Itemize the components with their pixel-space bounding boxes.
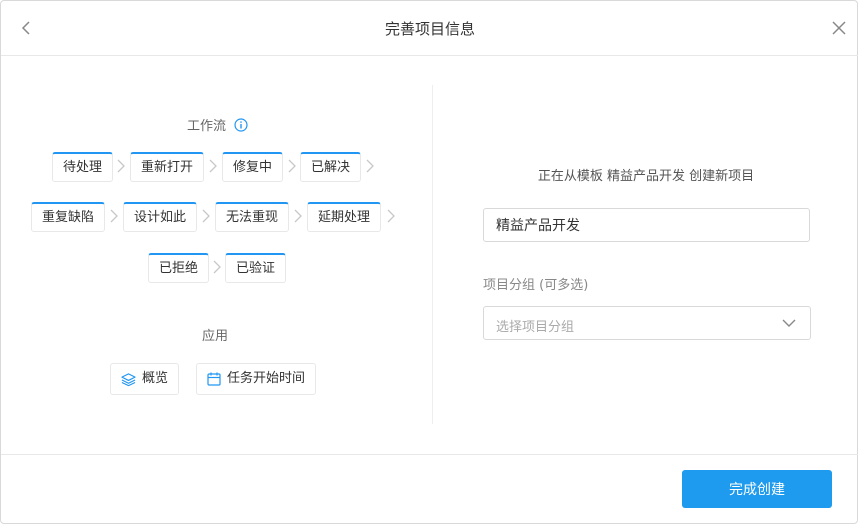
- chevron-right-icon: [294, 209, 302, 223]
- chevron-down-icon: [782, 319, 796, 327]
- app-overview-button[interactable]: 概览: [110, 363, 180, 395]
- close-icon: [832, 21, 846, 35]
- workflow-state-tag[interactable]: 重新打开: [130, 152, 205, 182]
- chevron-right-icon: [387, 209, 395, 223]
- apps-title: 应用: [202, 329, 229, 344]
- workflow-state-tag[interactable]: 延期处理: [307, 202, 382, 232]
- chevron-right-icon: [288, 159, 296, 173]
- workflow-title-text: 工作流: [187, 119, 227, 134]
- workflow-state-tag[interactable]: 已验证: [225, 253, 287, 283]
- chevron-right-icon: [202, 209, 210, 223]
- workflow-state-tag[interactable]: 已解决: [300, 152, 362, 182]
- app-label: 任务开始时间: [227, 371, 306, 386]
- chevron-right-icon: [213, 260, 221, 274]
- app-task-start-time-button[interactable]: 任务开始时间: [196, 363, 317, 395]
- chevron-right-icon: [117, 159, 125, 173]
- workflow-state-tag[interactable]: 修复中: [222, 152, 284, 182]
- chevron-right-icon: [366, 159, 374, 173]
- dialog-title: 完善项目信息: [384, 20, 475, 38]
- dialog: 完善项目信息 工作流 待处理 重新打开 修复中 已解决 重复缺陷 设计如此 无法…: [0, 0, 858, 524]
- layers-icon: [121, 372, 136, 386]
- workflow-state-tag[interactable]: 待处理: [52, 152, 114, 182]
- chevron-right-icon: [209, 159, 217, 173]
- workflow-state-tag[interactable]: 重复缺陷: [31, 202, 106, 232]
- workflow-state-tag[interactable]: 已拒绝: [148, 253, 210, 283]
- workflow-state-tag[interactable]: 无法重现: [215, 202, 290, 232]
- project-group-select[interactable]: 选择项目分组: [483, 306, 811, 340]
- app-label: 概览: [142, 371, 169, 386]
- chevron-right-icon: [110, 209, 118, 223]
- project-name-input[interactable]: [483, 208, 810, 242]
- footer-divider: [1, 454, 858, 455]
- workflow-title: 工作流: [187, 115, 248, 134]
- info-icon[interactable]: [234, 118, 248, 132]
- template-info-text: 正在从模板 精益产品开发 创建新项目: [537, 169, 755, 184]
- complete-create-button[interactable]: 完成创建: [682, 470, 832, 508]
- project-group-placeholder: 选择项目分组: [496, 320, 575, 335]
- project-group-label: 项目分组 (可多选): [483, 278, 589, 293]
- calendar-icon: [207, 372, 221, 386]
- dialog-header: 完善项目信息: [1, 1, 858, 56]
- close-button[interactable]: [829, 18, 849, 38]
- section-divider: [432, 85, 433, 424]
- workflow-state-tag[interactable]: 设计如此: [123, 202, 198, 232]
